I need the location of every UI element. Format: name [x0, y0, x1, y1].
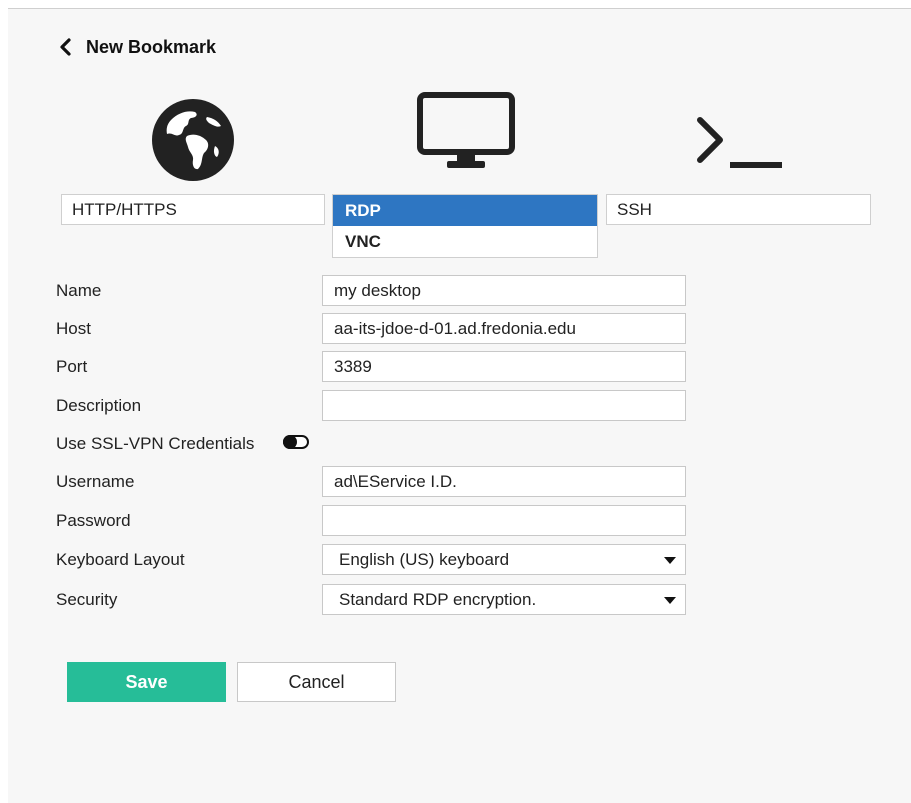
cancel-button[interactable]: Cancel [237, 662, 396, 702]
ssh-type-label: SSH [617, 200, 652, 219]
keyboard-layout-value: English (US) keyboard [339, 550, 510, 569]
toggle-knob [283, 435, 297, 449]
port-field[interactable]: 3389 [322, 351, 686, 382]
keyboard-layout-select[interactable]: English (US) keyboard [322, 544, 686, 575]
dropdown-option-rdp[interactable]: RDP [333, 195, 597, 226]
username-field[interactable]: ad\EService I.D. [322, 466, 686, 497]
remote-type-dropdown[interactable]: RDP VNC [332, 194, 598, 258]
http-type-label: HTTP/HTTPS [72, 200, 177, 219]
chevron-left-icon[interactable] [58, 38, 72, 56]
security-label: Security [56, 590, 118, 609]
password-field[interactable] [322, 505, 686, 536]
monitor-icon[interactable] [417, 92, 515, 175]
name-value: my desktop [334, 281, 421, 300]
ssl-credentials-label: Use SSL-VPN Credentials [56, 434, 255, 453]
caret-down-icon [664, 597, 676, 604]
http-type-box[interactable]: HTTP/HTTPS [61, 194, 325, 225]
username-value: ad\EService I.D. [334, 472, 457, 491]
port-label: Port [56, 357, 88, 376]
host-label: Host [56, 319, 91, 338]
description-field[interactable] [322, 390, 686, 421]
username-label: Username [56, 472, 135, 491]
name-field[interactable]: my desktop [322, 275, 686, 306]
description-label: Description [56, 396, 142, 415]
keyboard-layout-label: Keyboard Layout [56, 550, 185, 569]
ssh-type-box[interactable]: SSH [606, 194, 871, 225]
caret-down-icon [664, 557, 676, 564]
globe-icon[interactable] [151, 98, 235, 187]
header: New Bookmark [58, 30, 216, 64]
terminal-icon[interactable] [694, 116, 786, 177]
security-select[interactable]: Standard RDP encryption. [322, 584, 686, 615]
password-label: Password [56, 511, 131, 530]
security-value: Standard RDP encryption. [339, 590, 537, 609]
host-value: aa-its-jdoe-d-01.ad.fredonia.edu [334, 319, 576, 338]
port-value: 3389 [334, 357, 372, 376]
page-title: New Bookmark [86, 36, 217, 57]
host-field[interactable]: aa-its-jdoe-d-01.ad.fredonia.edu [322, 313, 686, 344]
ssl-credentials-toggle[interactable] [283, 435, 309, 449]
dropdown-option-vnc[interactable]: VNC [333, 226, 597, 257]
name-label: Name [56, 281, 102, 300]
save-button[interactable]: Save [67, 662, 226, 702]
